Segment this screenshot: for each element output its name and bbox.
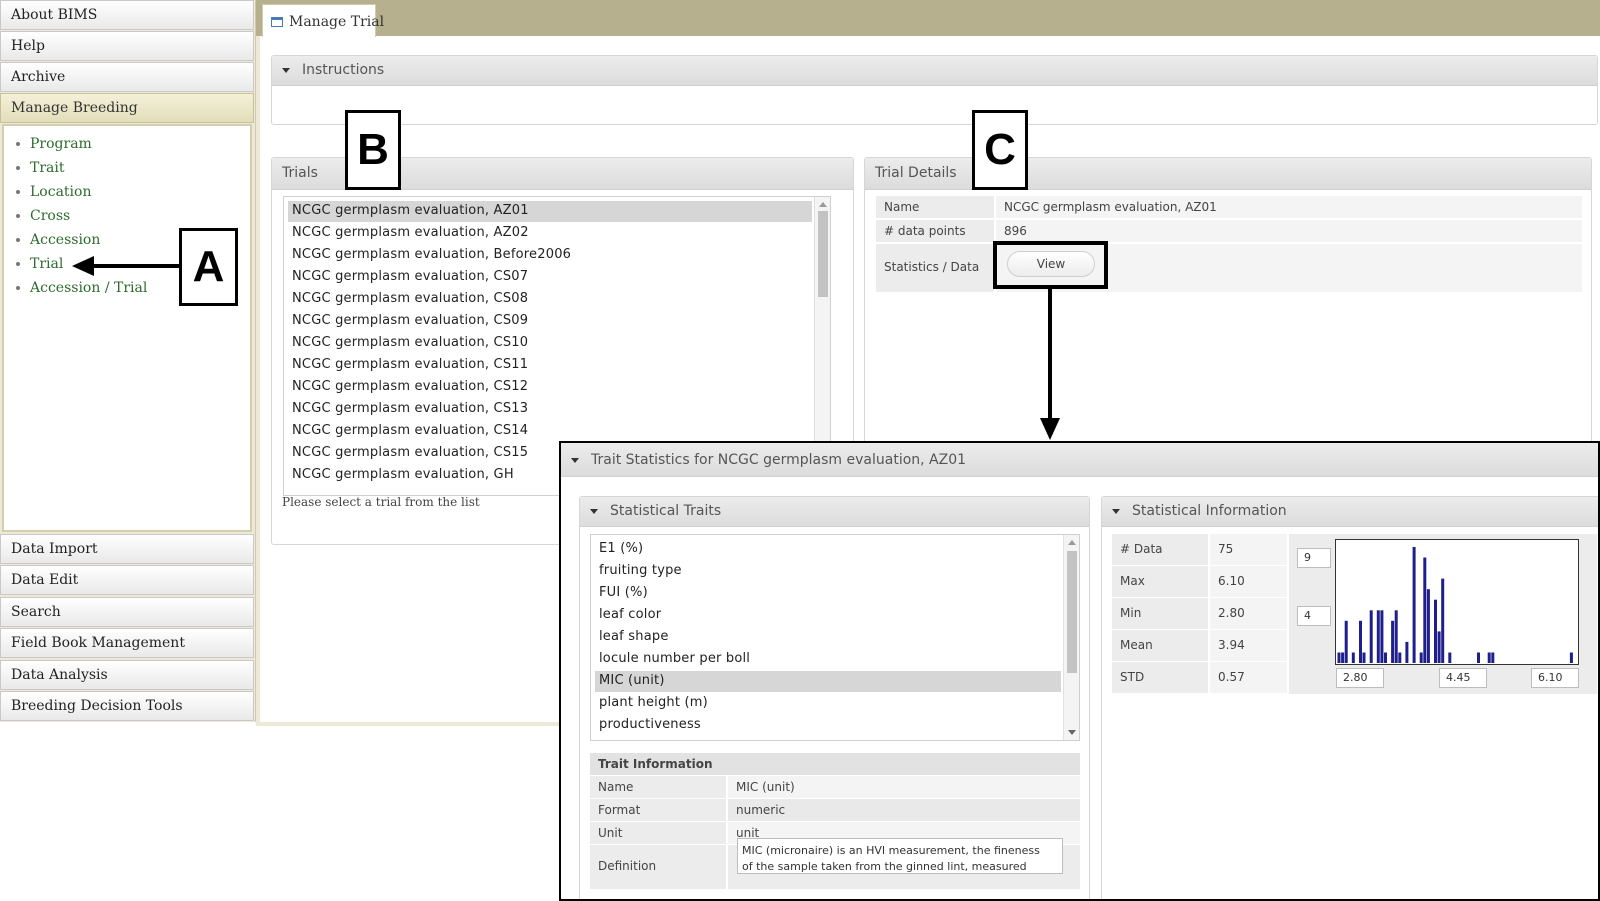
histogram-bar — [1448, 652, 1452, 663]
histogram-bar — [1369, 610, 1373, 663]
histogram-bar — [1341, 652, 1345, 663]
histogram-bar — [1376, 610, 1380, 663]
scrollbar-thumb[interactable] — [1067, 551, 1077, 673]
stat-key: Max — [1112, 566, 1208, 597]
trait-info-key: Definition — [590, 845, 726, 889]
stat-value: 75 — [1210, 534, 1287, 565]
histogram-x-min-box[interactable]: 2.80 — [1336, 668, 1384, 688]
histogram-bar — [1391, 620, 1395, 663]
histogram-bar — [1362, 652, 1366, 663]
histogram-bar — [1384, 652, 1387, 663]
histogram-bar — [1477, 652, 1480, 663]
collapse-caret-icon — [590, 508, 598, 514]
trait-list-item[interactable]: E1 (%) — [595, 539, 647, 560]
histogram-bar — [1441, 578, 1445, 663]
trait-list-item[interactable]: productiveness — [595, 715, 705, 736]
collapse-caret-icon — [1112, 508, 1120, 514]
trait-info-value: numeric — [728, 799, 1080, 821]
histogram-bar — [1359, 620, 1362, 663]
trait-list-item[interactable]: locule number per boll — [595, 649, 754, 670]
histogram-bar — [1351, 652, 1355, 663]
histogram-x-max-box[interactable]: 6.10 — [1531, 668, 1579, 688]
trait-list-item[interactable]: fruiting type — [595, 561, 686, 582]
stat-row: Mean 3.94 — [1112, 630, 1287, 661]
stat-row: # Data 75 — [1112, 534, 1287, 565]
stat-value: 3.94 — [1210, 630, 1287, 661]
arrow-c-head-icon — [1040, 418, 1060, 440]
trait-list-item[interactable]: plant height (m) — [595, 693, 712, 714]
histogram-bar — [1344, 620, 1348, 663]
histogram-bar — [1398, 652, 1402, 663]
trait-info-row: Name MIC (unit) — [590, 776, 1080, 798]
scroll-down-icon[interactable] — [1068, 730, 1076, 735]
statistical-information-panel: Statistical Information # Data 75 Max 6.… — [1101, 496, 1598, 899]
stat-value: 0.57 — [1210, 662, 1287, 693]
trait-information-header: Trait Information — [590, 753, 1080, 775]
arrow-a-head-icon — [72, 256, 94, 276]
histogram-y-max-box[interactable]: 9 — [1297, 548, 1331, 568]
stat-key: Min — [1112, 598, 1208, 629]
trait-statistics-popup: Trait Statistics for NCGC germplasm eval… — [559, 441, 1600, 901]
histogram-bar — [1412, 547, 1416, 663]
histogram-chart — [1335, 539, 1579, 665]
stat-value: 6.10 — [1210, 566, 1287, 597]
histogram-bar — [1487, 652, 1491, 663]
histogram-bar — [1405, 641, 1409, 663]
statistical-traits-title: Statistical Traits — [610, 503, 722, 519]
stat-value: 2.80 — [1210, 598, 1287, 629]
trait-list-item[interactable]: leaf shape — [595, 627, 673, 648]
collapse-caret-icon — [571, 457, 579, 463]
stat-key: Mean — [1112, 630, 1208, 661]
histogram-y-mid-box[interactable]: 4 — [1297, 606, 1331, 626]
traits-scrollbar[interactable] — [1063, 535, 1079, 740]
histogram-x-mid-box[interactable]: 4.45 — [1439, 668, 1487, 688]
statistical-traits-header[interactable]: Statistical Traits — [580, 497, 1089, 527]
histogram-bar — [1437, 631, 1441, 663]
histogram-bar — [1419, 652, 1423, 663]
histogram-bar — [1423, 557, 1427, 663]
scroll-up-icon[interactable] — [1068, 540, 1076, 545]
popup-header[interactable]: Trait Statistics for NCGC germplasm eval… — [561, 443, 1598, 477]
traits-listbox[interactable]: E1 (%) fruiting type FUI (%) leaf color … — [590, 534, 1080, 741]
trait-info-key: Format — [590, 799, 726, 821]
trait-list-item[interactable]: MIC (unit) — [595, 671, 1061, 692]
histogram-bar — [1434, 599, 1437, 663]
trait-info-row: Format numeric — [590, 799, 1080, 821]
stat-row: STD 0.57 — [1112, 662, 1287, 693]
statistical-information-title: Statistical Information — [1132, 503, 1287, 519]
trait-info-value: MIC (unit) — [728, 776, 1080, 798]
stat-key: # Data — [1112, 534, 1208, 565]
trait-info-key: Name — [590, 776, 726, 798]
histogram-bar — [1491, 652, 1495, 663]
histogram-bar — [1426, 589, 1430, 663]
histogram-bar — [1394, 610, 1398, 663]
trait-info-key: Unit — [590, 822, 726, 844]
definition-textarea[interactable]: MIC (micronaire) is an HVI measurement, … — [737, 838, 1063, 874]
stat-row: Min 2.80 — [1112, 598, 1287, 629]
popup-title: Trait Statistics for NCGC germplasm eval… — [591, 452, 967, 468]
trait-list-item[interactable]: leaf color — [595, 605, 665, 626]
statistical-information-header[interactable]: Statistical Information — [1102, 497, 1598, 527]
trait-list-item[interactable]: FUI (%) — [595, 583, 652, 604]
stat-key: STD — [1112, 662, 1208, 693]
histogram-bar — [1569, 652, 1573, 663]
stat-row: Max 6.10 — [1112, 566, 1287, 597]
histogram-bar — [1337, 652, 1341, 663]
histogram-bar — [1380, 610, 1384, 663]
